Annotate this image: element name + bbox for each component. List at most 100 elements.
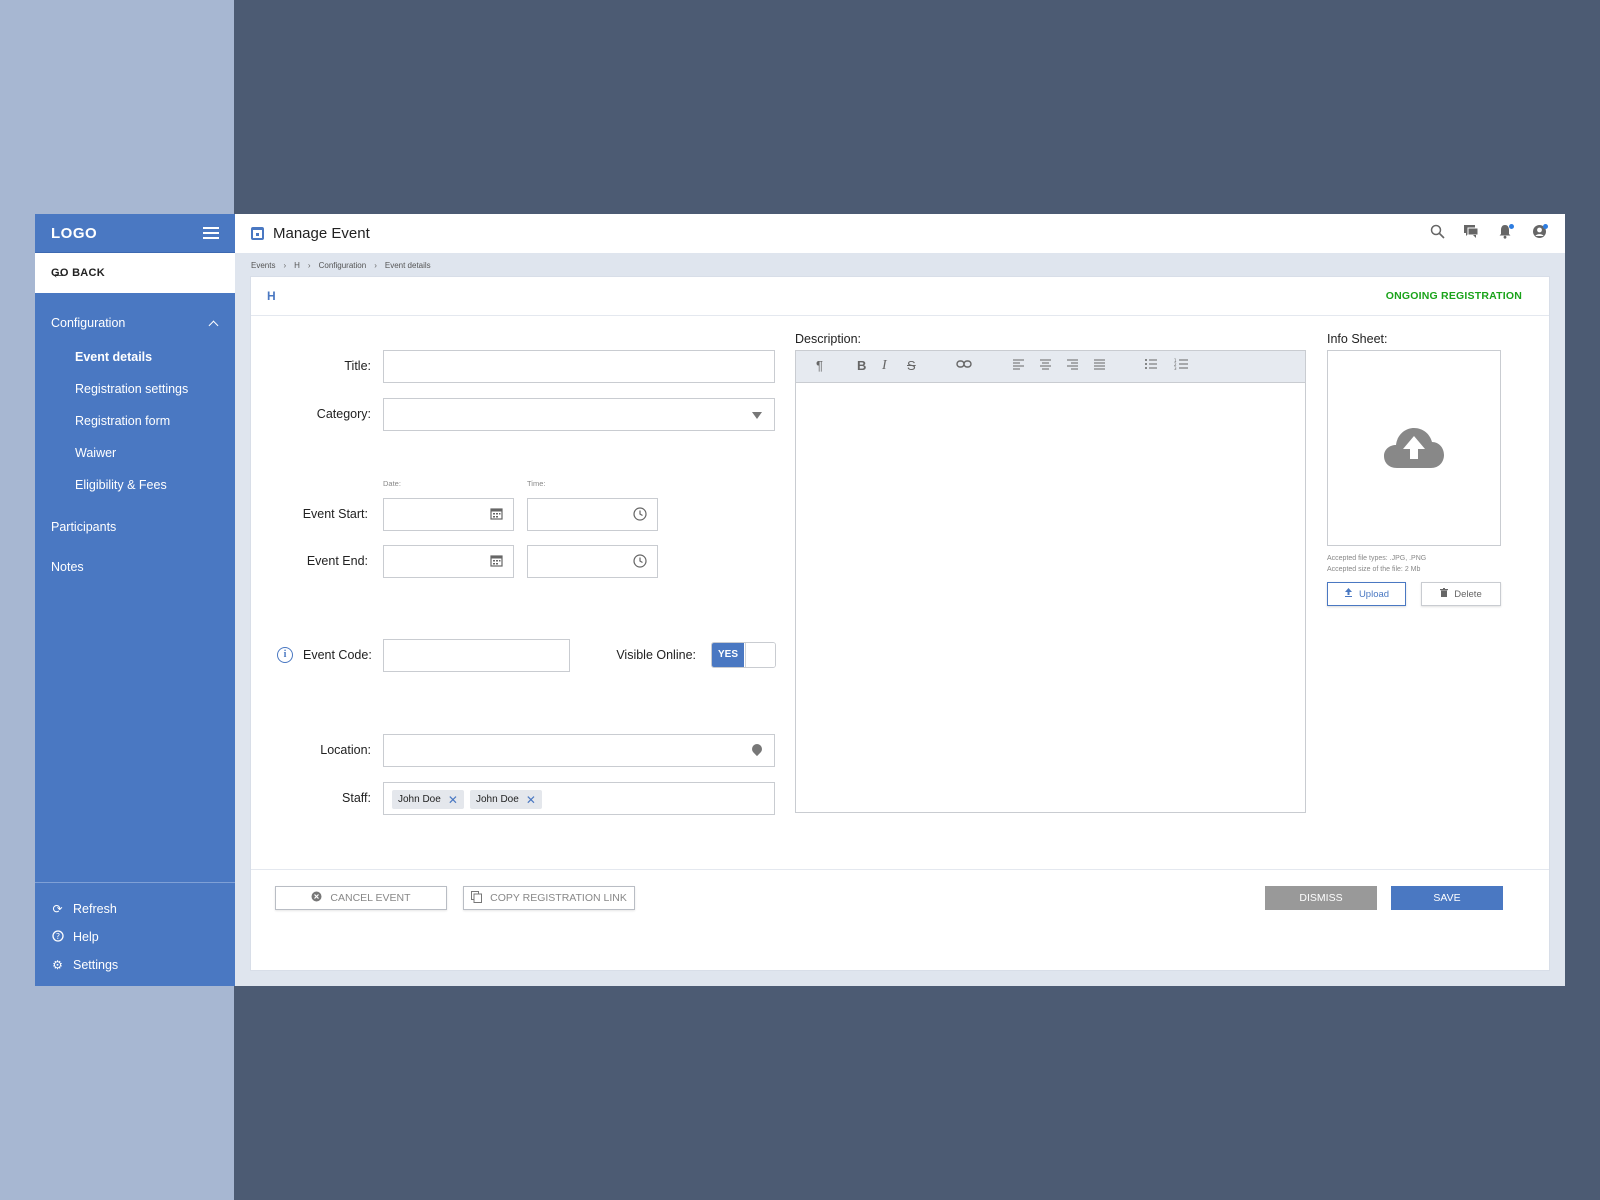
delete-button[interactable]: Delete — [1421, 582, 1501, 606]
chat-icon[interactable] — [1463, 224, 1479, 243]
event-code-input[interactable] — [383, 639, 570, 672]
staff-chip: John Doe ✕ — [392, 790, 464, 809]
toggle-yes-label: YES — [712, 643, 744, 667]
title-input[interactable] — [383, 350, 775, 383]
staff-input[interactable]: John Doe ✕ John Doe ✕ — [383, 782, 775, 815]
breadcrumb-item-event-details: Event details — [384, 261, 431, 270]
visible-online-toggle[interactable]: YES — [711, 642, 776, 668]
upload-button[interactable]: Upload — [1327, 582, 1406, 606]
clock-icon[interactable] — [633, 554, 647, 571]
link-icon[interactable] — [956, 358, 972, 373]
description-textarea[interactable] — [796, 383, 1305, 812]
trash-icon — [1440, 588, 1449, 600]
location-input[interactable] — [383, 734, 775, 767]
sidebar-header: LOGO — [35, 214, 235, 253]
staff-chip: John Doe ✕ — [470, 790, 542, 809]
user-icon[interactable] — [1531, 224, 1548, 243]
bold-icon[interactable]: B — [857, 358, 866, 373]
cancel-event-button[interactable]: CANCEL EVENT — [275, 886, 447, 910]
page-title: Manage Event — [273, 225, 370, 242]
location-label: Location: — [320, 743, 371, 757]
sidebar-nav: Configuration Event details Registration… — [35, 293, 235, 587]
info-sheet-label: Info Sheet: — [1327, 332, 1388, 346]
cancel-circle-icon — [311, 891, 322, 905]
sidebar-section-configuration[interactable]: Configuration — [35, 313, 235, 333]
panel-heading: H — [267, 289, 276, 303]
sidebar-subitems: Event details Registration settings Regi… — [35, 341, 235, 501]
go-back-button[interactable]: ← GO BACK — [35, 253, 235, 293]
align-left-icon[interactable] — [1012, 358, 1025, 373]
file-drop-zone[interactable] — [1327, 350, 1501, 546]
info-icon[interactable]: i — [277, 647, 293, 663]
event-end-time-input[interactable] — [527, 545, 658, 578]
date-label: Date: — [383, 479, 401, 488]
calendar-icon[interactable] — [490, 554, 503, 570]
sidebar-item-registration-form[interactable]: Registration form — [35, 405, 235, 437]
time-label: Time: — [527, 479, 546, 488]
location-pin-icon — [749, 741, 765, 757]
settings-icon: ⚙ — [52, 958, 63, 972]
bell-icon[interactable] — [1497, 224, 1514, 243]
toggle-knob — [745, 643, 775, 667]
help-button[interactable]: ? Help — [35, 923, 235, 951]
svg-text:?: ? — [55, 932, 59, 941]
editor-toolbar: ¶ B I S 1 2 3 — [796, 351, 1305, 383]
sidebar-item-participants[interactable]: Participants — [35, 507, 235, 547]
breadcrumb-item-h[interactable]: H — [294, 261, 300, 270]
calendar-icon[interactable] — [490, 507, 503, 523]
upload-label: Upload — [1358, 588, 1390, 600]
event-start-label: Event Start: — [302, 507, 368, 521]
chevron-right-icon: › — [307, 261, 311, 270]
settings-button[interactable]: ⚙ Settings — [35, 951, 235, 979]
svg-text:3: 3 — [1174, 366, 1177, 370]
search-icon[interactable] — [1429, 224, 1445, 243]
event-end-label: Event End: — [306, 554, 368, 568]
sidebar-item-waiver[interactable]: Waiwer — [35, 437, 235, 469]
refresh-icon: ⟳ — [52, 902, 63, 916]
breadcrumb: Events › H › Configuration › Event detai… — [251, 261, 431, 270]
sidebar-item-notes[interactable]: Notes — [35, 547, 235, 587]
sidebar-item-eligibility-fees[interactable]: Eligibility & Fees — [35, 469, 235, 501]
event-start-time-input[interactable] — [527, 498, 658, 531]
align-center-icon[interactable] — [1039, 358, 1052, 373]
dismiss-button[interactable]: DISMISS — [1265, 886, 1377, 910]
dropdown-arrow-icon — [752, 412, 762, 419]
chevron-right-icon: › — [283, 261, 287, 270]
remove-icon[interactable]: ✕ — [448, 793, 458, 807]
status-badge: ONGOING REGISTRATION — [1385, 290, 1522, 302]
staff-chip-label: John Doe — [476, 794, 519, 805]
staff-chip-label: John Doe — [398, 794, 441, 805]
breadcrumb-item-configuration[interactable]: Configuration — [319, 261, 367, 270]
bullet-list-icon[interactable] — [1144, 358, 1158, 373]
align-justify-icon[interactable] — [1093, 358, 1106, 373]
title-label: Title: — [344, 359, 371, 373]
hamburger-menu-icon[interactable] — [203, 227, 219, 239]
clock-icon[interactable] — [633, 507, 647, 524]
logo: LOGO — [51, 224, 98, 242]
breadcrumb-item-events[interactable]: Events — [251, 261, 275, 270]
category-label: Category: — [316, 407, 371, 421]
sidebar-item-event-details[interactable]: Event details — [35, 341, 235, 373]
footer-divider — [251, 869, 1549, 870]
top-bar: Manage Event — [235, 214, 1565, 253]
description-label: Description: — [795, 332, 861, 346]
description-editor: ¶ B I S 1 2 3 — [795, 350, 1306, 813]
chevron-up-icon — [208, 320, 219, 330]
strikethrough-icon[interactable]: S — [907, 358, 916, 373]
help-label: Help — [73, 930, 99, 944]
save-button[interactable]: SAVE — [1391, 886, 1503, 910]
category-select[interactable] — [383, 398, 775, 431]
refresh-button[interactable]: ⟳ Refresh — [35, 895, 235, 923]
calendar-icon — [251, 227, 264, 240]
staff-label: Staff: — [342, 791, 371, 805]
italic-icon[interactable]: I — [882, 358, 887, 374]
event-start-date-input[interactable] — [383, 498, 514, 531]
copy-registration-link-button[interactable]: COPY REGISTRATION LINK — [463, 886, 635, 910]
align-right-icon[interactable] — [1066, 358, 1079, 373]
paragraph-icon[interactable]: ¶ — [816, 358, 823, 373]
sidebar-item-registration-settings[interactable]: Registration settings — [35, 373, 235, 405]
event-end-date-input[interactable] — [383, 545, 514, 578]
remove-icon[interactable]: ✕ — [526, 793, 536, 807]
numbered-list-icon[interactable]: 123 — [1174, 358, 1189, 373]
main-panel: H ONGOING REGISTRATION Title: Category: … — [250, 276, 1550, 971]
